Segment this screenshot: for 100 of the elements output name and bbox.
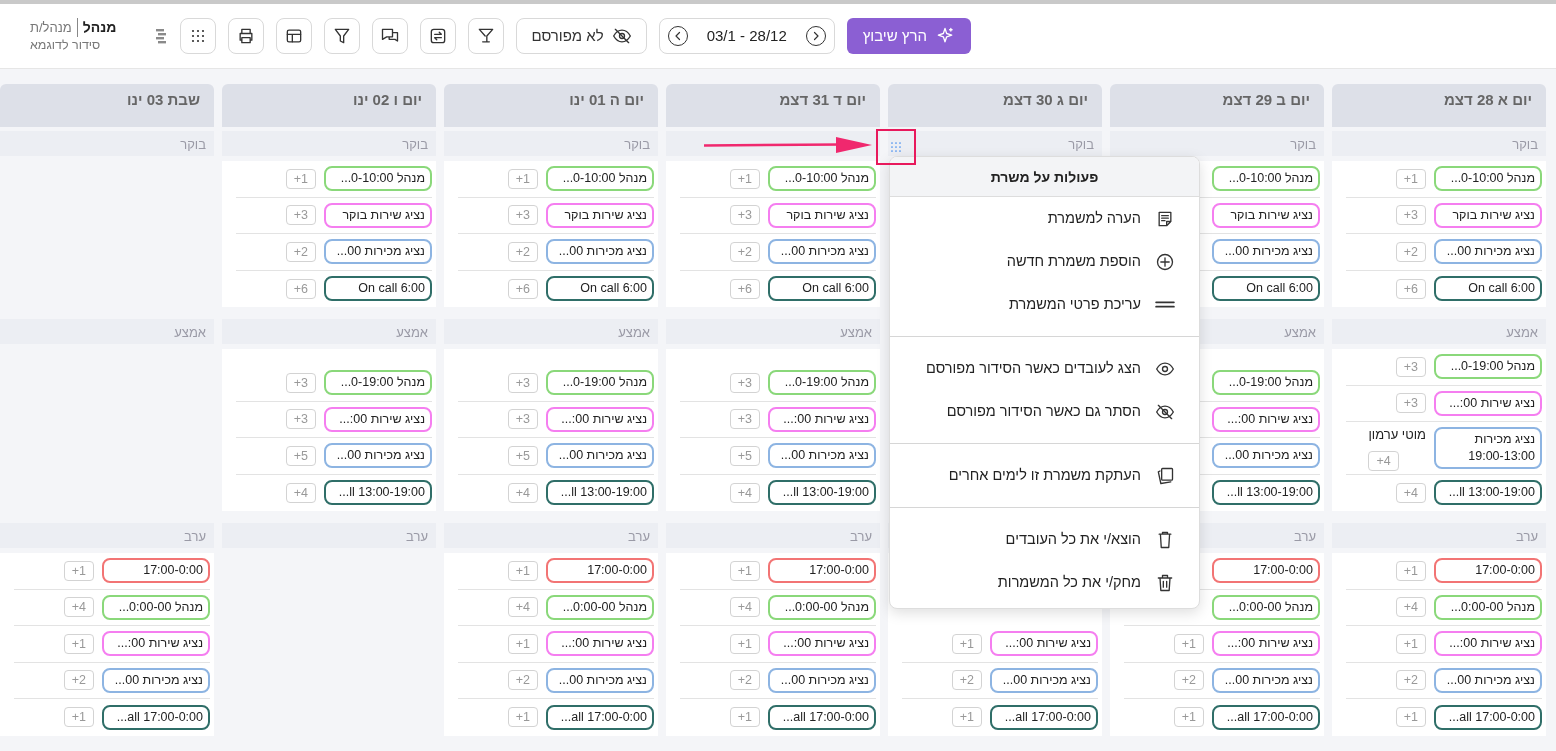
shift-chip[interactable]: מנהל 0:00-00...	[768, 594, 876, 620]
shift-chip[interactable]: מנהל 0-19:00...	[1212, 370, 1320, 396]
shift-chip[interactable]: נציג שירות בוקר	[1434, 202, 1542, 228]
day-header: יום ד 31 דצמ	[666, 84, 880, 127]
shift-chip[interactable]: ...all 17:00-0:00	[1212, 704, 1320, 730]
shift-chip[interactable]: נציג שירות 00:...	[546, 406, 654, 432]
menu-item[interactable]: הערה למשמרת	[890, 197, 1199, 240]
trash-icon	[1155, 572, 1175, 593]
shift-chip[interactable]: ...ll 13:00-19:00	[1212, 480, 1320, 506]
section-header: בוקר	[444, 131, 658, 156]
shift-chip[interactable]: נציג מכירות 00...	[1434, 239, 1542, 265]
next-button[interactable]	[805, 26, 826, 46]
date-range-picker[interactable]: 03/1 - 28/12	[658, 18, 835, 54]
shift-chip[interactable]: נציג מכירות 00...	[768, 667, 876, 693]
shift-chip[interactable]: ...ll 13:00-19:00	[768, 480, 876, 506]
shift-chip[interactable]: ...all 17:00-0:00	[990, 704, 1098, 730]
shift-chip[interactable]: ...ll 13:00-19:00	[546, 480, 654, 506]
menu-item[interactable]: מחק/י את כל המשמרות	[890, 561, 1199, 604]
shift-chip[interactable]: מנהל 0:00-00...	[1434, 594, 1542, 620]
shift-chip[interactable]: ...ll 13:00-19:00	[1434, 480, 1542, 506]
dots-grid-icon[interactable]	[888, 139, 904, 155]
shift-chip[interactable]: On call 6:00	[546, 276, 654, 302]
shift-chip[interactable]: מנהל 0-19:00...	[324, 370, 432, 396]
section-header: בוקר	[0, 131, 214, 156]
shift-chip[interactable]: מנהל 0-19:00...	[1434, 354, 1542, 380]
shift-chip[interactable]: מנהל 0:00-00...	[1212, 594, 1320, 620]
shift-chip[interactable]: נציג שירות 00:...	[1212, 631, 1320, 657]
shift-chip[interactable]: 17:00-0:00	[1434, 558, 1542, 584]
shift-chip[interactable]: מנהל 0-10:00...	[546, 166, 654, 192]
menu-item[interactable]: הוספת משמרת חדשה	[890, 240, 1199, 283]
shift-chip[interactable]: נציג שירות 00:...	[768, 406, 876, 432]
shift-chip[interactable]: נציג שירות בוקר	[324, 202, 432, 228]
shift-chip[interactable]: נציג מכירות 00...	[1212, 443, 1320, 469]
run-scheduling-button[interactable]: הרץ שיבוץ	[846, 18, 971, 54]
shift-chip[interactable]: נציג שירות 00:...	[102, 631, 210, 657]
section-header: אמצע	[666, 319, 880, 344]
print-button[interactable]	[228, 18, 265, 54]
swap-button[interactable]	[420, 18, 457, 54]
copy-icon	[1155, 465, 1175, 486]
shift-chip[interactable]: נציג שירות בוקר	[1212, 202, 1320, 228]
shift-chip[interactable]: On call 6:00	[768, 276, 876, 302]
shift-chip[interactable]: נציג מכירות 00...	[768, 239, 876, 265]
shift-chip[interactable]: 17:00-0:00	[768, 558, 876, 584]
shift-chip[interactable]: נציג מכירות 00...	[1212, 667, 1320, 693]
menu-item[interactable]: העתקת משמרת זו לימים אחרים	[890, 454, 1199, 497]
shift-chip[interactable]: 17:00-0:00	[546, 558, 654, 584]
shift-chip[interactable]: נציג מכירות 00...	[1434, 667, 1542, 693]
shift-chip[interactable]: נציג שירות בוקר	[768, 202, 876, 228]
shift-chip[interactable]: מנהל 0:00-00...	[102, 594, 210, 620]
shift-chip[interactable]: ...all 17:00-0:00	[102, 704, 210, 730]
section-header: אמצע	[222, 319, 436, 344]
shift-chip[interactable]: נציג מכירות 00...	[324, 443, 432, 469]
menu-item[interactable]: הצג לעובדים כאשר הסידור מפורסם	[890, 347, 1199, 390]
shift-chip[interactable]: נציג מכירות 00...	[546, 239, 654, 265]
shift-chip[interactable]: נציג מכירות 00...	[102, 667, 210, 693]
employee-name: מוטי ערמון	[1368, 426, 1426, 444]
shift-chip[interactable]: נציג מכירות 19:00-13:00	[1434, 426, 1542, 469]
comments-button[interactable]	[372, 18, 409, 54]
shift-chip[interactable]: ...all 17:00-0:00	[546, 704, 654, 730]
previous-button[interactable]	[667, 26, 688, 46]
shift-chip[interactable]: On call 6:00	[1434, 276, 1542, 302]
filter-button[interactable]	[324, 18, 361, 54]
shift-chip[interactable]: ...all 17:00-0:00	[1434, 704, 1542, 730]
shift-chip[interactable]: נציג שירות 00:...	[1434, 390, 1542, 416]
section-header: אמצע	[1332, 319, 1546, 344]
shift-chip[interactable]: נציג מכירות 00...	[990, 667, 1098, 693]
shift-chip[interactable]: מנהל 0-10:00...	[324, 166, 432, 192]
shift-chip[interactable]: מנהל 0-19:00...	[546, 370, 654, 396]
shift-chip[interactable]: נציג שירות 00:...	[1434, 631, 1542, 657]
shift-chip[interactable]: מנהל 0:00-00...	[546, 594, 654, 620]
apps-button[interactable]	[180, 18, 217, 54]
shift-chip[interactable]: מנהל 0-10:00...	[1434, 166, 1542, 192]
shift-chip[interactable]: נציג שירות 00:...	[324, 406, 432, 432]
shift-chip[interactable]: נציג שירות בוקר	[546, 202, 654, 228]
shift-chip[interactable]: ...ll 13:00-19:00	[324, 480, 432, 506]
publish-status-button[interactable]: לא מפורסם	[516, 18, 647, 54]
shift-chip[interactable]: ...all 17:00-0:00	[768, 704, 876, 730]
advanced-filter-button[interactable]	[468, 18, 505, 54]
shift-chip[interactable]: 17:00-0:00	[102, 558, 210, 584]
shift-chip[interactable]: מנהל 0-10:00...	[768, 166, 876, 192]
shift-chip[interactable]: On call 6:00	[324, 276, 432, 302]
day-header: שבת 03 ינו	[0, 84, 214, 127]
shift-chip[interactable]: On call 6:00	[1212, 276, 1320, 302]
section-header: בוקר	[222, 131, 436, 156]
shift-chip[interactable]: נציג מכירות 00...	[768, 443, 876, 469]
shift-chip[interactable]: נציג מכירות 00...	[324, 239, 432, 265]
shift-chip[interactable]: נציג שירות 00:...	[768, 631, 876, 657]
shift-chip[interactable]: 17:00-0:00	[1212, 558, 1320, 584]
shift-chip[interactable]: נציג מכירות 00...	[546, 443, 654, 469]
shift-chip[interactable]: מנהל 0-19:00...	[768, 370, 876, 396]
shift-chip[interactable]: מנהל 0-10:00...	[1212, 166, 1320, 192]
shift-chip[interactable]: נציג שירות 00:...	[990, 631, 1098, 657]
menu-item[interactable]: הסתר גם כאשר הסידור מפורסם	[890, 390, 1199, 433]
shift-chip[interactable]: נציג שירות 00:...	[546, 631, 654, 657]
shift-chip[interactable]: נציג מכירות 00...	[1212, 239, 1320, 265]
layout-button[interactable]	[276, 18, 313, 54]
user-name: מנהל	[76, 18, 117, 37]
shift-chip[interactable]: נציג שירות 00:...	[1212, 406, 1320, 432]
shift-chip[interactable]: נציג מכירות 00...	[546, 667, 654, 693]
day-header: יום ג 30 דצמ	[888, 84, 1102, 127]
